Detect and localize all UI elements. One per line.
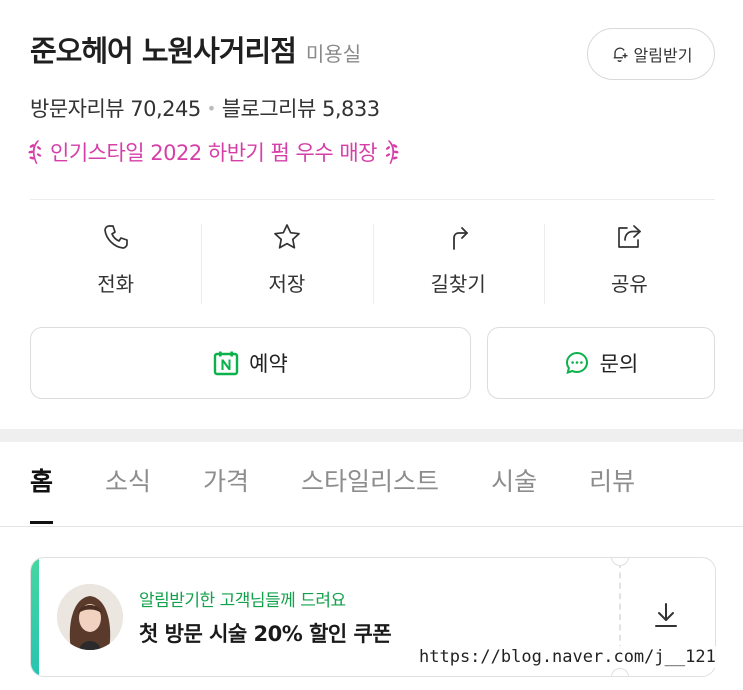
place-header: 준오헤어 노원사거리점 미용실 알림받기	[30, 28, 715, 80]
action-row: 전화 저장 길찾기 공유	[30, 218, 715, 308]
call-action[interactable]: 전화	[30, 218, 201, 308]
inquiry-label: 문의	[599, 352, 639, 376]
coupon-avatar	[57, 584, 123, 650]
directions-label: 길찾기	[430, 272, 486, 296]
share-icon	[618, 225, 642, 248]
award-badge[interactable]: 인기스타일 2022 하반기 펌 우수 매장	[28, 137, 399, 167]
coupon-notch-bottom	[611, 668, 629, 676]
laurel-right-icon	[385, 140, 399, 164]
phone-icon	[103, 225, 128, 249]
blog-review-link[interactable]: 블로그리뷰 5,833	[222, 93, 380, 123]
place-category: 미용실	[305, 42, 362, 66]
download-icon[interactable]	[651, 598, 681, 632]
naver-booking-icon	[213, 351, 239, 376]
inquiry-button[interactable]: 문의	[487, 327, 715, 399]
share-action[interactable]: 공유	[543, 218, 715, 308]
save-label: 저장	[268, 272, 306, 296]
separator-dot: •	[206, 98, 216, 118]
coupon-title: 첫 방문 시술 20% 할인 쿠폰	[139, 622, 392, 646]
tab-review[interactable]: 리뷰	[589, 462, 635, 522]
tab-home[interactable]: 홈	[30, 462, 54, 524]
directions-icon	[453, 227, 469, 250]
alarm-button-label: 알림받기	[633, 46, 693, 65]
place-name: 준오헤어 노원사거리점	[30, 34, 297, 68]
tab-news[interactable]: 소식	[105, 462, 151, 522]
primary-buttons: 예약 문의	[30, 327, 715, 399]
share-label: 공유	[610, 272, 648, 296]
coupon-subtitle: 알림받기한 고객님들께 드려요	[139, 591, 346, 611]
save-action[interactable]: 저장	[201, 218, 372, 308]
tab-price[interactable]: 가격	[203, 462, 249, 522]
visitor-review-link[interactable]: 방문자리뷰 70,245	[30, 93, 201, 123]
reserve-button[interactable]: 예약	[30, 327, 471, 399]
bell-plus-icon	[613, 47, 628, 62]
alarm-button[interactable]: 알림받기	[587, 28, 715, 80]
reserve-label: 예약	[249, 352, 288, 376]
chat-bubble-icon	[565, 351, 588, 375]
coupon-notch-top	[611, 558, 629, 566]
tab-treatment[interactable]: 시술	[491, 462, 537, 522]
watermark-url: https://blog.naver.com/j__121	[416, 646, 719, 668]
coupon-accent-bar	[31, 558, 39, 676]
review-counts: 방문자리뷰 70,245 • 블로그리뷰 5,833	[30, 93, 380, 123]
tab-divider	[0, 526, 743, 527]
tab-stylist[interactable]: 스타일리스트	[301, 462, 439, 522]
section-gap	[0, 429, 743, 442]
call-label: 전화	[97, 272, 135, 296]
star-icon	[274, 224, 300, 249]
laurel-left-icon	[28, 140, 42, 164]
tab-bar: 홈 소식 가격 스타일리스트 시술 리뷰	[30, 462, 743, 526]
divider	[30, 199, 715, 200]
award-text: 인기스타일 2022 하반기 펌 우수 매장	[50, 141, 377, 165]
directions-action[interactable]: 길찾기	[372, 218, 544, 308]
